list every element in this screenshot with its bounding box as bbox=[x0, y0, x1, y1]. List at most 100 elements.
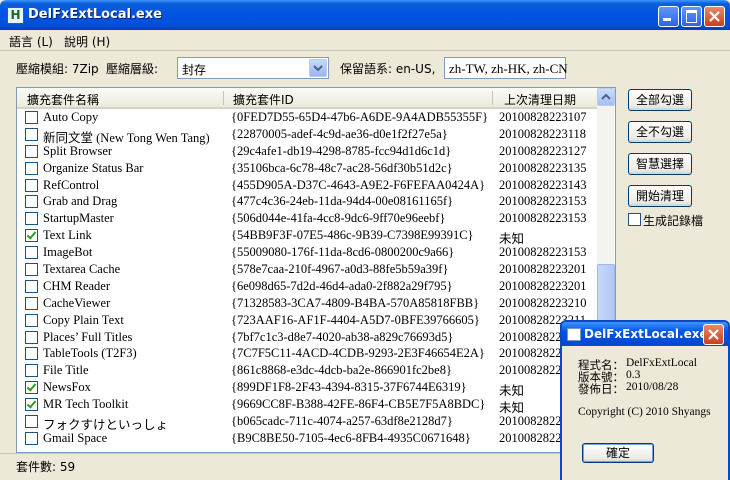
generate-log-checkbox[interactable] bbox=[628, 213, 641, 226]
about-date-value: 2010/08/28 bbox=[626, 381, 679, 393]
table-row[interactable]: Textarea Cache {578e7caa-210f-4967-a0d3-8… bbox=[17, 261, 597, 278]
row-checkbox[interactable] bbox=[25, 279, 38, 293]
about-copyright: Copyright (C) 2010 Shyangs bbox=[578, 406, 711, 418]
extension-name: Grab and Drag bbox=[43, 194, 118, 209]
maximize-button[interactable] bbox=[681, 6, 702, 27]
extension-id: {9669CC8F-B388-42FE-86F4-CB5E7F5A8BDC} bbox=[231, 397, 486, 412]
about-date-label: 發佈日： bbox=[578, 384, 624, 396]
scroll-up-button[interactable] bbox=[597, 88, 615, 106]
row-checkbox[interactable] bbox=[25, 195, 38, 209]
column-header-id[interactable]: 擴充套件ID bbox=[233, 91, 294, 108]
table-row[interactable]: Grab and Drag {477c4c36-24eb-11da-94d4-00… bbox=[17, 193, 597, 210]
row-checkbox[interactable] bbox=[25, 212, 38, 226]
row-checkbox[interactable] bbox=[25, 178, 38, 192]
minimize-button[interactable] bbox=[658, 6, 679, 27]
table-row[interactable]: CacheViewer {71328583-3CA7-4809-B4BA-570A… bbox=[17, 295, 597, 312]
row-checkbox[interactable] bbox=[25, 296, 38, 310]
last-clean-date: 20100828223107 bbox=[499, 110, 587, 124]
table-row[interactable]: File Title {861c8868-e3dc-4dcb-ba2e-86690… bbox=[17, 362, 597, 379]
close-button[interactable] bbox=[704, 6, 725, 27]
table-row[interactable]: Places’ Full Titles {7bf7c1c3-d8e7-4020-a… bbox=[17, 329, 597, 346]
menu-language[interactable]: 語言 (L) bbox=[9, 33, 53, 50]
about-close-button[interactable] bbox=[703, 324, 724, 345]
table-row[interactable]: ImageBot {55009080-176f-11da-8cd6-0800200… bbox=[17, 244, 597, 261]
row-checkbox[interactable] bbox=[25, 229, 38, 243]
extension-id: {578e7caa-210f-4967-a0d3-88fe5b59a39f} bbox=[231, 262, 449, 277]
extension-id: {477c4c36-24eb-11da-94d4-00e08161165f} bbox=[231, 194, 454, 209]
row-checkbox[interactable] bbox=[25, 415, 38, 429]
uncheck-all-button[interactable]: 全不勾選 bbox=[628, 121, 692, 143]
table-row[interactable]: Text Link {54BB9F3F-07E5-486c-9B39-C7398E… bbox=[17, 227, 597, 246]
table-row[interactable]: RefControl {455D905A-D37C-4643-A9E2-F6FEF… bbox=[17, 177, 597, 194]
list-rows: Auto Copy {0FED7D55-65D4-47b6-A6DE-9A4ADB… bbox=[17, 109, 597, 447]
compress-module-label: 壓縮模組: 7Zip bbox=[16, 62, 99, 76]
smart-select-button[interactable]: 智慧選擇 bbox=[628, 153, 692, 175]
row-checkbox[interactable] bbox=[25, 347, 38, 361]
dropdown-button[interactable] bbox=[309, 59, 327, 77]
compress-level-select[interactable]: 封存 bbox=[177, 57, 329, 79]
column-divider[interactable] bbox=[223, 91, 224, 105]
extension-name: Textarea Cache bbox=[43, 262, 121, 277]
table-row[interactable]: Organize Status Bar {35106bca-6c78-48c7-a… bbox=[17, 160, 597, 177]
title-bar[interactable]: H DelFxExtLocal.exe bbox=[0, 0, 730, 30]
about-title: DelFxExtLocal.exe bbox=[584, 327, 708, 341]
menu-bar: 語言 (L) 說明 (H) bbox=[0, 30, 730, 51]
table-row[interactable]: StartupMaster {506d044e-41fa-4cc8-9dc6-9f… bbox=[17, 210, 597, 227]
ok-button[interactable]: 確定 bbox=[582, 443, 654, 463]
extension-name: Auto Copy bbox=[43, 110, 99, 124]
table-row[interactable]: Gmail Space {B9C8BE50-7105-4ec6-8FB4-4935… bbox=[17, 430, 597, 447]
table-row[interactable]: TableTools (T2F3) {7C7F5C11-4ACD-4CDB-929… bbox=[17, 345, 597, 362]
window-icon bbox=[567, 328, 581, 341]
extension-id: {B9C8BE50-7105-4ec6-8FB4-4935C0671648} bbox=[231, 430, 471, 445]
column-header-name[interactable]: 擴充套件名稱 bbox=[27, 91, 99, 108]
row-checkbox[interactable] bbox=[25, 431, 38, 445]
last-clean-date: 20100828223201 bbox=[499, 278, 587, 293]
extension-name: NewsFox bbox=[43, 380, 91, 395]
extension-name: Places’ Full Titles bbox=[43, 329, 133, 344]
list-header: 擴充套件名稱 擴充套件ID 上次清理日期 bbox=[17, 88, 597, 109]
minimize-icon bbox=[663, 18, 671, 21]
table-row[interactable]: Split Browser {29c4afe1-db19-4298-8785-fc… bbox=[17, 143, 597, 160]
table-row[interactable]: MR Tech Toolkit {9669CC8F-B388-42FE-86F4-… bbox=[17, 396, 597, 415]
table-row[interactable]: CHM Reader {6e098d65-7d2d-46d4-ada0-2f882… bbox=[17, 278, 597, 295]
extension-list[interactable]: 擴充套件名稱 擴充套件ID 上次清理日期 Auto Copy {0FED7D55-… bbox=[16, 87, 616, 453]
table-row[interactable]: フォクすけといっしょ {b065cadc-711c-4074-a257-63df8… bbox=[17, 413, 597, 432]
row-checkbox[interactable] bbox=[25, 246, 38, 260]
table-row[interactable]: 新同文堂 (New Tong Wen Tang) {22870005-adef-4… bbox=[17, 126, 597, 145]
last-clean-date: 20100828223143 bbox=[499, 177, 587, 192]
menu-help[interactable]: 說明 (H) bbox=[64, 33, 110, 50]
table-row[interactable]: Auto Copy {0FED7D55-65D4-47b6-A6DE-9A4ADB… bbox=[17, 109, 597, 126]
chevron-down-icon bbox=[313, 65, 323, 72]
row-checkbox[interactable] bbox=[25, 364, 38, 378]
column-divider[interactable] bbox=[492, 91, 493, 105]
row-checkbox[interactable] bbox=[25, 313, 38, 327]
close-icon bbox=[709, 11, 720, 22]
about-title-bar[interactable]: DelFxExtLocal.exe bbox=[562, 322, 728, 346]
row-checkbox[interactable] bbox=[25, 127, 38, 141]
row-checkbox[interactable] bbox=[25, 330, 38, 344]
extension-name: TableTools (T2F3) bbox=[43, 346, 137, 361]
row-checkbox[interactable] bbox=[25, 381, 38, 395]
row-checkbox[interactable] bbox=[25, 263, 38, 277]
start-clean-button[interactable]: 開始清理 bbox=[628, 185, 692, 207]
keep-locale-input[interactable]: zh-TW, zh-HK, zh-CN bbox=[444, 57, 568, 79]
row-checkbox[interactable] bbox=[25, 161, 38, 175]
table-row[interactable]: NewsFox {899DF1F8-2F43-4394-8315-37F6744E… bbox=[17, 379, 597, 398]
column-header-date[interactable]: 上次清理日期 bbox=[504, 91, 576, 108]
check-all-button[interactable]: 全部勾選 bbox=[628, 89, 692, 111]
extension-name: Text Link bbox=[43, 228, 92, 243]
extension-name: Gmail Space bbox=[43, 430, 108, 445]
table-row[interactable]: Copy Plain Text {723AAF16-AF1F-4404-A5D7-… bbox=[17, 312, 597, 329]
extension-id: {861c8868-e3dc-4dcb-ba2e-866901fc2be8} bbox=[231, 363, 452, 378]
last-clean-date: 20100828223153 bbox=[499, 245, 587, 260]
extension-name: RefControl bbox=[43, 177, 100, 192]
extension-name: CHM Reader bbox=[43, 278, 110, 293]
chevron-up-icon bbox=[601, 93, 611, 100]
row-checkbox[interactable] bbox=[25, 398, 38, 412]
generate-log-label[interactable]: 生成記錄檔 bbox=[643, 212, 703, 229]
last-clean-date: 20100828223201 bbox=[499, 262, 587, 277]
compress-level-label: 壓縮層級: bbox=[106, 62, 159, 76]
row-checkbox[interactable] bbox=[25, 144, 38, 158]
app-icon[interactable]: H bbox=[7, 7, 24, 24]
row-checkbox[interactable] bbox=[25, 111, 38, 124]
